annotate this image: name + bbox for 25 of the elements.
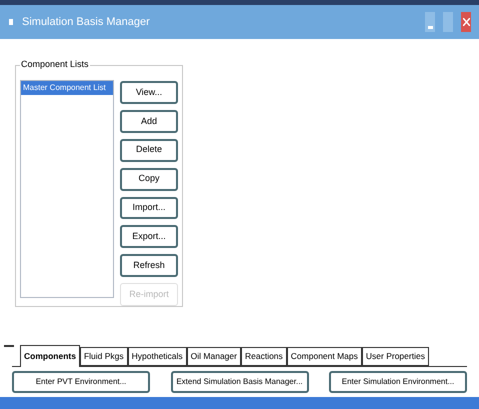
list-item[interactable]: Master Component List [21,81,113,95]
tab[interactable]: Hypotheticals [128,347,187,366]
close-icon [462,18,470,26]
tab[interactable]: Component Maps [286,347,362,366]
list-action-button[interactable]: View... [120,81,178,104]
list-action-button[interactable]: Add [120,110,178,133]
window-icon [8,18,14,26]
tab[interactable]: Oil Manager [186,347,241,366]
list-action-button[interactable]: Export... [120,225,178,248]
list-action-button[interactable]: Copy [120,168,178,191]
footer-button[interactable]: Enter PVT Environment... [12,371,150,393]
footer-button[interactable]: Extend Simulation Basis Manager... [170,371,308,393]
tab[interactable]: Fluid Pkgs [80,347,128,366]
tab[interactable]: User Properties [362,347,429,366]
window-title: Simulation Basis Manager [22,14,150,30]
list-action-button[interactable]: Refresh [120,254,178,278]
maximize-button[interactable] [443,12,453,32]
minimize-button[interactable] [425,12,435,32]
close-button[interactable] [461,12,471,32]
tab[interactable]: Components [20,345,80,367]
tab[interactable]: Reactions [240,347,287,366]
footer-button[interactable]: Enter Simulation Environment... [329,371,467,393]
group-label: Component Lists [20,58,90,72]
list-action-button[interactable]: Delete [120,138,178,162]
list-action-button[interactable]: Import... [120,196,178,220]
